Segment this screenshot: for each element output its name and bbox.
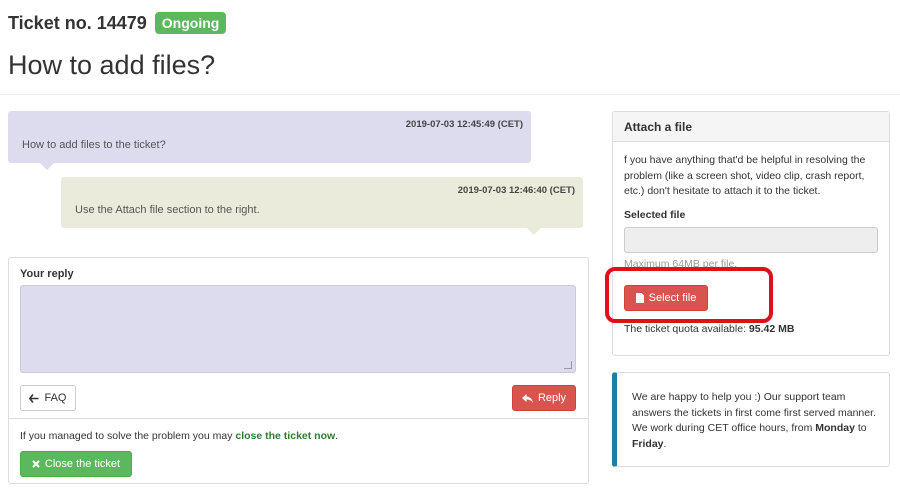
faq-button-label: FAQ: [44, 392, 67, 404]
support-info-text: We are happy to help you :) Our support …: [632, 391, 876, 450]
selected-file-label: Selected file: [624, 209, 686, 221]
close-icon: [32, 460, 40, 468]
attach-file-heading: Attach a file: [613, 112, 889, 142]
attach-file-description: f you have anything that'd be helpful in…: [624, 154, 866, 197]
status-badge: Ongoing: [154, 12, 227, 34]
reply-textarea[interactable]: [20, 285, 576, 373]
reply-label: Your reply: [20, 268, 74, 280]
page-title: How to add files?: [8, 50, 216, 80]
message-text: Use the Attach file section to the right…: [75, 204, 260, 216]
bubble-tail: [527, 228, 541, 235]
select-file-highlight: [605, 267, 773, 323]
header-divider: [0, 94, 900, 95]
reply-button-label: Reply: [537, 392, 567, 404]
reply-button[interactable]: Reply: [512, 385, 576, 411]
quota-text: The ticket quota available: 95.42 MB: [624, 323, 795, 335]
faq-button[interactable]: FAQ: [20, 385, 76, 411]
reply-panel: Your reply FAQ Reply If you managed to s…: [8, 257, 589, 484]
message-answer: 2019-07-03 12:46:40 (CET) Use the Attach…: [61, 177, 583, 235]
resize-grip-icon[interactable]: [564, 361, 572, 369]
message-question: 2019-07-03 12:45:49 (CET) How to add fil…: [8, 111, 531, 170]
ticket-number-label: Ticket no. 14479: [8, 12, 147, 33]
arrow-left-icon: [29, 393, 39, 403]
reply-icon: [521, 393, 533, 403]
close-ticket-link[interactable]: close the ticket now: [235, 430, 335, 442]
message-text: How to add files to the ticket?: [22, 139, 166, 151]
close-ticket-note: If you managed to solve the problem you …: [20, 430, 339, 442]
ticket-header: Ticket no. 14479 Ongoing: [8, 12, 227, 34]
support-info-panel: We are happy to help you :) Our support …: [612, 372, 890, 467]
message-timestamp: 2019-07-03 12:46:40 (CET): [457, 185, 575, 196]
reply-divider: [9, 418, 588, 419]
close-ticket-button[interactable]: Close the ticket: [20, 451, 132, 477]
bubble-tail: [40, 163, 54, 170]
quota-value: 95.42 MB: [748, 323, 795, 335]
message-timestamp: 2019-07-03 12:45:49 (CET): [405, 119, 523, 130]
selected-file-field: [624, 227, 878, 253]
close-ticket-button-label: Close the ticket: [44, 458, 121, 470]
